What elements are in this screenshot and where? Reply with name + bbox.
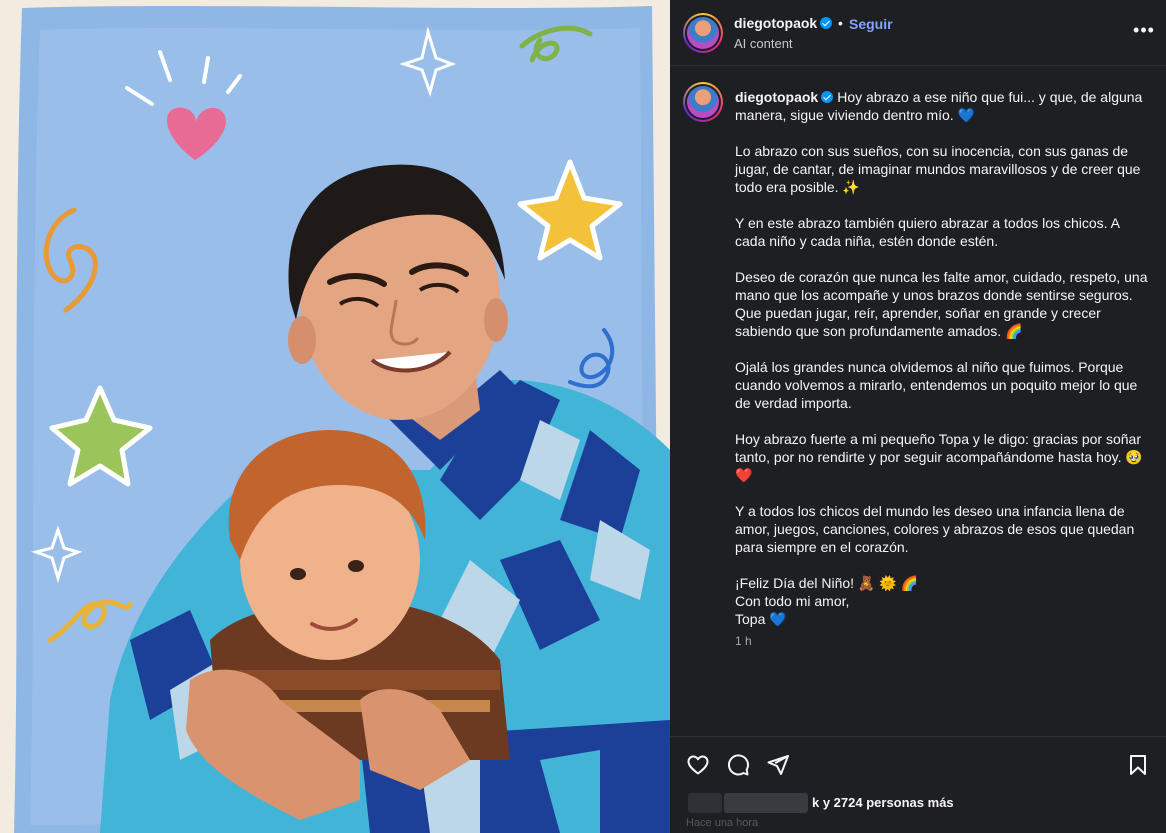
caption-closing: ¡Feliz Día del Niño! 🧸 🌞 🌈 Con todo mi a… bbox=[735, 574, 1153, 628]
post-header: diegotopaok • Seguir AI content ••• bbox=[670, 0, 1166, 66]
caption-closing-line: Topa 💙 bbox=[735, 611, 787, 627]
caption-paragraph: Lo abrazo con sus sueños, con su inocenc… bbox=[735, 143, 1141, 195]
caption-text: diegotopaok Hoy abrazo a ese niño que fui… bbox=[735, 88, 1153, 628]
caption-paragraph: Hoy abrazo fuerte a mi pequeño Topa y le… bbox=[735, 431, 1143, 483]
caption-avatar[interactable] bbox=[683, 82, 723, 122]
caption-closing-line: Con todo mi amor, bbox=[735, 593, 850, 609]
caption-paragraph: diegotopaok Hoy abrazo a ese niño que fui… bbox=[735, 88, 1153, 124]
separator-dot: • bbox=[838, 15, 843, 31]
caption-username[interactable]: diegotopaok bbox=[735, 89, 818, 105]
caption-closing-line: ¡Feliz Día del Niño! 🧸 🌞 🌈 bbox=[735, 575, 919, 591]
caption-paragraph: Deseo de corazón que nunca les falte amo… bbox=[735, 269, 1148, 339]
comments-area: diegotopaok Hoy abrazo a ese niño que fui… bbox=[670, 66, 1166, 736]
likes-summary[interactable]: k y 2724 personas más bbox=[686, 793, 1166, 813]
caption-paragraph: Ojalá los grandes nunca olvidemos al niñ… bbox=[735, 359, 1138, 411]
post-panel: diegotopaok • Seguir AI content ••• dieg… bbox=[670, 0, 1166, 833]
comment-icon[interactable] bbox=[726, 753, 750, 777]
send-icon[interactable] bbox=[766, 753, 790, 777]
follow-button[interactable]: Seguir bbox=[849, 16, 893, 32]
bookmark-icon[interactable] bbox=[1126, 753, 1150, 777]
liker-avatars-blurred bbox=[688, 793, 722, 813]
caption-paragraph: Y a todos los chicos del mundo les deseo… bbox=[735, 503, 1135, 555]
verified-badge-icon bbox=[820, 17, 833, 29]
author-username[interactable]: diegotopaok bbox=[734, 15, 817, 31]
post-illustration bbox=[0, 0, 670, 833]
caption-timestamp[interactable]: 1 h bbox=[735, 634, 752, 648]
author-avatar[interactable] bbox=[683, 13, 723, 53]
verified-badge-icon bbox=[821, 91, 834, 103]
post-image[interactable] bbox=[0, 0, 670, 833]
caption-paragraph: Y en este abrazo también quiero abrazar … bbox=[735, 215, 1120, 249]
author-username-row[interactable]: diegotopaok bbox=[734, 15, 833, 31]
time-ago-overlay bbox=[682, 813, 772, 827]
likes-count-text[interactable]: k y 2724 personas más bbox=[812, 795, 954, 810]
post-actions: k y 2724 personas más Hace una hora bbox=[670, 736, 1166, 833]
ai-content-label[interactable]: AI content bbox=[734, 36, 793, 51]
heart-icon[interactable] bbox=[686, 753, 710, 777]
more-options-icon[interactable]: ••• bbox=[1132, 21, 1156, 46]
liker-name-blurred bbox=[724, 793, 808, 813]
